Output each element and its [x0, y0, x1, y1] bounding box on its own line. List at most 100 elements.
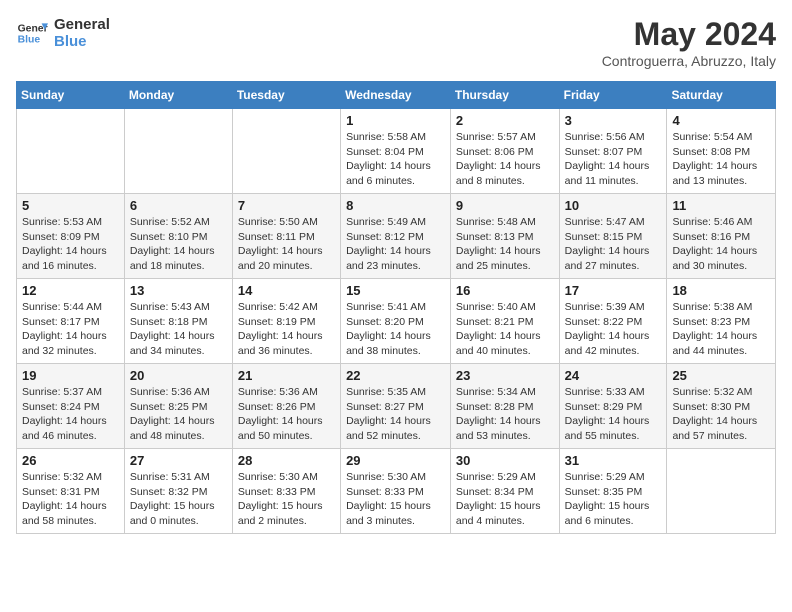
- logo-icon: General Blue: [16, 17, 48, 49]
- day-info: Sunrise: 5:46 AMSunset: 8:16 PMDaylight:…: [672, 215, 770, 274]
- day-info: Sunrise: 5:54 AMSunset: 8:08 PMDaylight:…: [672, 130, 770, 189]
- calendar-cell: [232, 109, 340, 194]
- week-row-2: 5Sunrise: 5:53 AMSunset: 8:09 PMDaylight…: [17, 194, 776, 279]
- day-info: Sunrise: 5:36 AMSunset: 8:25 PMDaylight:…: [130, 385, 227, 444]
- day-number: 12: [22, 283, 119, 298]
- day-info: Sunrise: 5:42 AMSunset: 8:19 PMDaylight:…: [238, 300, 335, 359]
- svg-text:Blue: Blue: [18, 35, 41, 46]
- weekday-header-saturday: Saturday: [667, 82, 776, 109]
- calendar-cell: 6 Sunrise: 5:52 AMSunset: 8:10 PMDaylight…: [124, 194, 232, 279]
- calendar-cell: 19Sunrise: 5:37 AMSunset: 8:24 PMDayligh…: [17, 364, 125, 449]
- day-number: 20: [130, 368, 227, 383]
- calendar-cell: 14 Sunrise: 5:42 AMSunset: 8:19 PMDayligh…: [232, 279, 340, 364]
- calendar-cell: 24 Sunrise: 5:33 AMSunset: 8:29 PMDayligh…: [559, 364, 667, 449]
- day-number: 24: [565, 368, 662, 383]
- day-info: Sunrise: 5:49 AMSunset: 8:12 PMDaylight:…: [346, 215, 445, 274]
- weekday-header-thursday: Thursday: [450, 82, 559, 109]
- day-number: 15: [346, 283, 445, 298]
- day-number: 25: [672, 368, 770, 383]
- logo-blue: Blue: [54, 33, 110, 50]
- calendar-cell: 11Sunrise: 5:46 AMSunset: 8:16 PMDayligh…: [667, 194, 776, 279]
- day-number: 26: [22, 453, 119, 468]
- calendar-cell: 21 Sunrise: 5:36 AMSunset: 8:26 PMDayligh…: [232, 364, 340, 449]
- day-info: Sunrise: 5:40 AMSunset: 8:21 PMDaylight:…: [456, 300, 554, 359]
- day-info: Sunrise: 5:56 AMSunset: 8:07 PMDaylight:…: [565, 130, 662, 189]
- day-number: 5: [22, 198, 119, 213]
- calendar-cell: 5Sunrise: 5:53 AMSunset: 8:09 PMDaylight…: [17, 194, 125, 279]
- day-info: Sunrise: 5:47 AMSunset: 8:15 PMDaylight:…: [565, 215, 662, 274]
- logo: General Blue General Blue: [16, 16, 110, 50]
- day-info: Sunrise: 5:50 AMSunset: 8:11 PMDaylight:…: [238, 215, 335, 274]
- day-info: Sunrise: 5:58 AMSunset: 8:04 PMDaylight:…: [346, 130, 445, 189]
- day-number: 29: [346, 453, 445, 468]
- calendar-cell: 17 Sunrise: 5:39 AMSunset: 8:22 PMDayligh…: [559, 279, 667, 364]
- page-header: General Blue General Blue May 2024 Contr…: [16, 16, 776, 69]
- day-number: 1: [346, 113, 445, 128]
- day-info: Sunrise: 5:31 AMSunset: 8:32 PMDaylight:…: [130, 470, 227, 529]
- day-info: Sunrise: 5:35 AMSunset: 8:27 PMDaylight:…: [346, 385, 445, 444]
- weekday-header-tuesday: Tuesday: [232, 82, 340, 109]
- day-number: 17: [565, 283, 662, 298]
- day-number: 18: [672, 283, 770, 298]
- day-info: Sunrise: 5:38 AMSunset: 8:23 PMDaylight:…: [672, 300, 770, 359]
- day-info: Sunrise: 5:41 AMSunset: 8:20 PMDaylight:…: [346, 300, 445, 359]
- day-info: Sunrise: 5:36 AMSunset: 8:26 PMDaylight:…: [238, 385, 335, 444]
- day-number: 2: [456, 113, 554, 128]
- calendar-cell: 22 Sunrise: 5:35 AMSunset: 8:27 PMDayligh…: [341, 364, 451, 449]
- week-row-3: 12 Sunrise: 5:44 AMSunset: 8:17 PMDayligh…: [17, 279, 776, 364]
- day-info: Sunrise: 5:39 AMSunset: 8:22 PMDaylight:…: [565, 300, 662, 359]
- calendar-table: SundayMondayTuesdayWednesdayThursdayFrid…: [16, 81, 776, 534]
- day-info: Sunrise: 5:44 AMSunset: 8:17 PMDaylight:…: [22, 300, 119, 359]
- calendar-cell: 31Sunrise: 5:29 AMSunset: 8:35 PMDayligh…: [559, 449, 667, 534]
- calendar-cell: 18 Sunrise: 5:38 AMSunset: 8:23 PMDayligh…: [667, 279, 776, 364]
- calendar-cell: 4Sunrise: 5:54 AMSunset: 8:08 PMDaylight…: [667, 109, 776, 194]
- day-number: 13: [130, 283, 227, 298]
- calendar-cell: 1 Sunrise: 5:58 AMSunset: 8:04 PMDaylight…: [341, 109, 451, 194]
- day-number: 19: [22, 368, 119, 383]
- day-info: Sunrise: 5:48 AMSunset: 8:13 PMDaylight:…: [456, 215, 554, 274]
- calendar-cell: 30Sunrise: 5:29 AMSunset: 8:34 PMDayligh…: [450, 449, 559, 534]
- day-info: Sunrise: 5:32 AMSunset: 8:31 PMDaylight:…: [22, 470, 119, 529]
- day-number: 10: [565, 198, 662, 213]
- calendar-cell: 26 Sunrise: 5:32 AMSunset: 8:31 PMDayligh…: [17, 449, 125, 534]
- day-number: 14: [238, 283, 335, 298]
- weekday-header-monday: Monday: [124, 82, 232, 109]
- day-number: 23: [456, 368, 554, 383]
- calendar-cell: 7 Sunrise: 5:50 AMSunset: 8:11 PMDaylight…: [232, 194, 340, 279]
- calendar-cell: 25 Sunrise: 5:32 AMSunset: 8:30 PMDayligh…: [667, 364, 776, 449]
- logo-general: General: [54, 16, 110, 33]
- day-number: 7: [238, 198, 335, 213]
- day-info: Sunrise: 5:33 AMSunset: 8:29 PMDaylight:…: [565, 385, 662, 444]
- calendar-cell: 3 Sunrise: 5:56 AMSunset: 8:07 PMDaylight…: [559, 109, 667, 194]
- calendar-cell: 16 Sunrise: 5:40 AMSunset: 8:21 PMDayligh…: [450, 279, 559, 364]
- day-number: 6: [130, 198, 227, 213]
- weekday-header-row: SundayMondayTuesdayWednesdayThursdayFrid…: [17, 82, 776, 109]
- day-number: 3: [565, 113, 662, 128]
- day-info: Sunrise: 5:34 AMSunset: 8:28 PMDaylight:…: [456, 385, 554, 444]
- day-number: 30: [456, 453, 554, 468]
- day-info: Sunrise: 5:32 AMSunset: 8:30 PMDaylight:…: [672, 385, 770, 444]
- calendar-cell: 12 Sunrise: 5:44 AMSunset: 8:17 PMDayligh…: [17, 279, 125, 364]
- day-info: Sunrise: 5:30 AMSunset: 8:33 PMDaylight:…: [238, 470, 335, 529]
- calendar-cell: 15 Sunrise: 5:41 AMSunset: 8:20 PMDayligh…: [341, 279, 451, 364]
- day-number: 27: [130, 453, 227, 468]
- calendar-cell: 2Sunrise: 5:57 AMSunset: 8:06 PMDaylight…: [450, 109, 559, 194]
- week-row-5: 26 Sunrise: 5:32 AMSunset: 8:31 PMDayligh…: [17, 449, 776, 534]
- calendar-cell: 8 Sunrise: 5:49 AMSunset: 8:12 PMDaylight…: [341, 194, 451, 279]
- calendar-cell: [124, 109, 232, 194]
- calendar-cell: [17, 109, 125, 194]
- calendar-cell: 13Sunrise: 5:43 AMSunset: 8:18 PMDayligh…: [124, 279, 232, 364]
- day-number: 16: [456, 283, 554, 298]
- calendar-cell: 10 Sunrise: 5:47 AMSunset: 8:15 PMDayligh…: [559, 194, 667, 279]
- day-number: 8: [346, 198, 445, 213]
- calendar-cell: 28 Sunrise: 5:30 AMSunset: 8:33 PMDayligh…: [232, 449, 340, 534]
- day-number: 28: [238, 453, 335, 468]
- location: Controguerra, Abruzzo, Italy: [602, 53, 776, 69]
- day-info: Sunrise: 5:52 AMSunset: 8:10 PMDaylight:…: [130, 215, 227, 274]
- day-number: 9: [456, 198, 554, 213]
- day-number: 22: [346, 368, 445, 383]
- title-block: May 2024 Controguerra, Abruzzo, Italy: [602, 16, 776, 69]
- weekday-header-friday: Friday: [559, 82, 667, 109]
- day-number: 21: [238, 368, 335, 383]
- calendar-cell: 29Sunrise: 5:30 AMSunset: 8:33 PMDayligh…: [341, 449, 451, 534]
